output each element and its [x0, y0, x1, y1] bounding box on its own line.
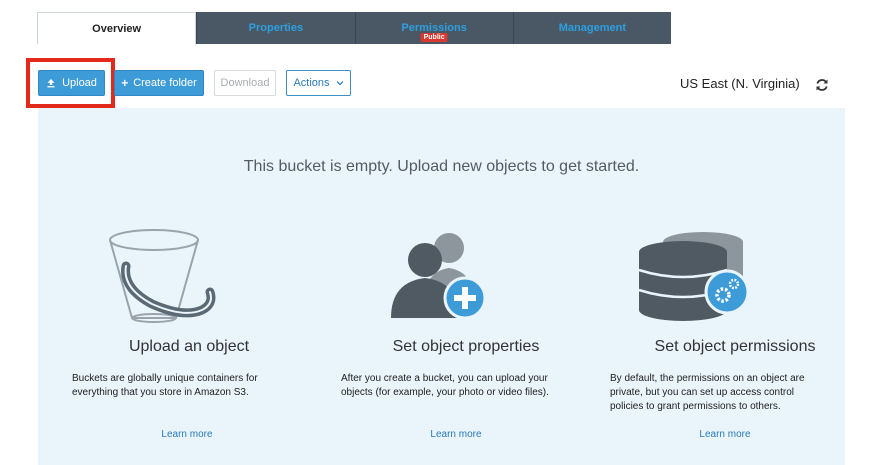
- empty-bucket-message: This bucket is empty. Upload new objects…: [243, 158, 640, 175]
- card-title: Set object permissions: [654, 338, 816, 355]
- actions-label: Actions: [293, 77, 330, 89]
- database-gear-icon: [638, 232, 750, 321]
- tab-properties[interactable]: Properties: [196, 12, 355, 44]
- download-button[interactable]: Download: [214, 70, 276, 96]
- card-title: Set object properties: [392, 338, 540, 355]
- learn-more-link[interactable]: Learn more: [341, 429, 571, 440]
- tab-bar: Overview Properties Permissions Public M…: [37, 12, 671, 45]
- tab-permissions[interactable]: Permissions Public: [354, 12, 513, 44]
- card-description: By default, the permissions on an object…: [610, 373, 805, 412]
- card-description: After you create a bucket, you can uploa…: [341, 373, 549, 398]
- tab-overview[interactable]: Overview: [37, 12, 197, 45]
- region-label: US East (N. Virginia): [680, 76, 800, 91]
- upload-button-label: Upload: [62, 77, 97, 89]
- upload-button[interactable]: Upload: [38, 70, 105, 96]
- download-label: Download: [220, 77, 270, 89]
- tab-label: Properties: [248, 22, 304, 34]
- card-title: Upload an object: [128, 338, 250, 355]
- empty-bucket-panel: This bucket is empty. Upload new objects…: [38, 108, 845, 465]
- public-badge: Public: [420, 33, 448, 42]
- learn-more-link[interactable]: Learn more: [72, 429, 302, 440]
- learn-more-link[interactable]: Learn more: [610, 429, 840, 440]
- refresh-icon[interactable]: [815, 78, 829, 92]
- users-add-icon: [391, 233, 487, 320]
- tab-label: Overview: [92, 22, 142, 35]
- bucket-icon: [109, 229, 216, 323]
- plus-icon: +: [121, 76, 129, 90]
- upload-icon: [47, 79, 55, 88]
- chevron-down-icon: [336, 81, 343, 86]
- tab-label: Management: [558, 22, 626, 34]
- tab-management[interactable]: Management: [512, 12, 671, 44]
- create-folder-button[interactable]: + Create folder: [114, 70, 204, 96]
- actions-dropdown[interactable]: Actions: [286, 70, 351, 96]
- create-folder-label: Create folder: [133, 77, 197, 89]
- card-description: Buckets are globally unique containers f…: [72, 373, 258, 398]
